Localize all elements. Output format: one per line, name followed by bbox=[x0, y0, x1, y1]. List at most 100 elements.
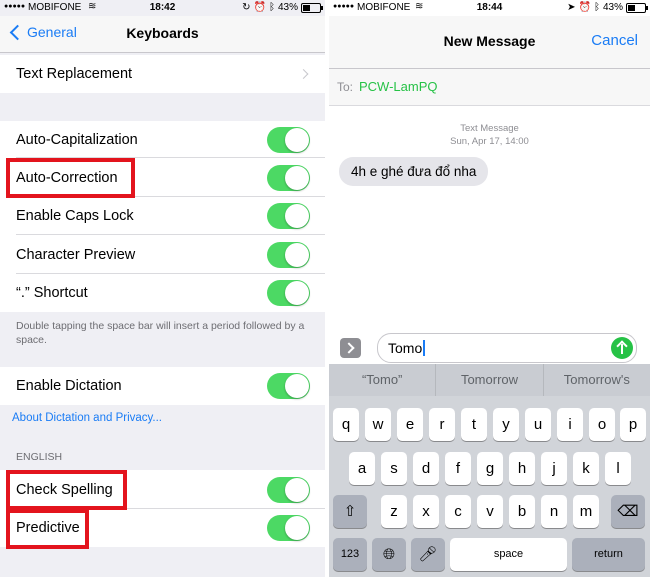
return-key[interactable]: return bbox=[572, 538, 645, 571]
key-a[interactable]: a bbox=[349, 452, 375, 485]
message-bubble: 4h e ghé đưa đổ nha bbox=[339, 157, 489, 186]
keyboard-settings-screen: ●●●●● MOBIFONE ≋ 18:42 ↻ ⏰ ᛒ 43% General… bbox=[0, 0, 325, 577]
highlight-predictive bbox=[6, 509, 89, 549]
bluetooth-icon: ᛒ bbox=[268, 2, 275, 13]
nav-bar: New Message Cancel bbox=[329, 16, 650, 69]
page-title: Keyboards bbox=[126, 25, 199, 41]
battery-percent: 43% bbox=[277, 2, 298, 13]
row-label: Text Replacement bbox=[16, 66, 133, 82]
message-kind: Text Message bbox=[460, 123, 519, 134]
key-s[interactable]: s bbox=[381, 452, 407, 485]
alarm-icon: ⏰ bbox=[253, 2, 266, 13]
key-v[interactable]: v bbox=[477, 495, 503, 528]
bluetooth-icon: ᛒ bbox=[593, 2, 600, 13]
status-right: ➤ ⏰ ᛒ 43% bbox=[567, 2, 648, 13]
dictation-toggle[interactable] bbox=[267, 373, 310, 399]
predictive-bar: “Tomo” Tomorrow Tomorrow's bbox=[329, 364, 650, 396]
row-auto-capitalization: Auto-Capitalization bbox=[0, 121, 325, 158]
chevron-right-icon bbox=[343, 342, 355, 354]
key-c[interactable]: c bbox=[445, 495, 471, 528]
expand-apps-button[interactable] bbox=[340, 338, 361, 358]
key-f[interactable]: f bbox=[445, 452, 471, 485]
toggle-knob bbox=[285, 204, 309, 228]
row-label: Enable Caps Lock bbox=[16, 208, 134, 224]
numbers-key[interactable]: 123 bbox=[333, 538, 367, 571]
key-k[interactable]: k bbox=[573, 452, 599, 485]
key-g[interactable]: g bbox=[477, 452, 503, 485]
key-m[interactable]: m bbox=[573, 495, 599, 528]
backspace-key[interactable]: ⌫ bbox=[611, 495, 645, 528]
key-j[interactable]: j bbox=[541, 452, 567, 485]
key-o[interactable]: o bbox=[589, 408, 615, 441]
row-period-shortcut: “.” Shortcut bbox=[0, 274, 325, 312]
suggestion-3[interactable]: Tomorrow's bbox=[544, 364, 650, 396]
text-caret bbox=[423, 340, 426, 356]
row-enable-dictation: Enable Dictation bbox=[0, 367, 325, 405]
status-bar: ●●●●● MOBIFONE ≋ 18:44 ➤ ⏰ ᛒ 43% bbox=[329, 0, 650, 16]
microphone-key[interactable]: 🎤︎ bbox=[411, 538, 445, 571]
character-preview-toggle[interactable] bbox=[267, 241, 310, 268]
key-r[interactable]: r bbox=[429, 408, 455, 441]
row-label: Enable Dictation bbox=[16, 378, 122, 394]
toggle-knob bbox=[285, 281, 309, 305]
toggle-knob bbox=[285, 516, 309, 540]
period-shortcut-toggle[interactable] bbox=[267, 280, 310, 306]
globe-key[interactable]: 🌐︎ bbox=[372, 538, 406, 571]
key-d[interactable]: d bbox=[413, 452, 439, 485]
auto-correction-toggle[interactable] bbox=[267, 164, 310, 191]
battery-percent: 43% bbox=[602, 2, 623, 13]
key-p[interactable]: p bbox=[620, 408, 646, 441]
key-q[interactable]: q bbox=[333, 408, 359, 441]
key-b[interactable]: b bbox=[509, 495, 535, 528]
recipient-name[interactable]: PCW-LamPQ bbox=[359, 79, 438, 94]
auto-capitalization-toggle[interactable] bbox=[267, 126, 310, 153]
dictation-privacy-link[interactable]: About Dictation and Privacy... bbox=[12, 412, 162, 424]
section-header-english: ENGLISH bbox=[16, 451, 63, 463]
space-key[interactable]: space bbox=[450, 538, 567, 571]
key-e[interactable]: e bbox=[397, 408, 423, 441]
caps-lock-toggle[interactable] bbox=[267, 203, 310, 229]
key-i[interactable]: i bbox=[557, 408, 583, 441]
shift-icon: ⇧ bbox=[343, 503, 357, 520]
message-input-text: Tomo bbox=[388, 340, 426, 356]
row-label: “.” Shortcut bbox=[16, 285, 88, 301]
microphone-icon: 🎤︎ bbox=[418, 546, 438, 563]
row-caps-lock: Enable Caps Lock bbox=[0, 197, 325, 235]
shift-key[interactable]: ⇧ bbox=[333, 495, 367, 528]
toggle-knob bbox=[285, 374, 309, 398]
key-h[interactable]: h bbox=[509, 452, 535, 485]
toggle-knob bbox=[285, 477, 309, 502]
nav-bar: General Keyboards bbox=[0, 16, 325, 53]
toggle-knob bbox=[285, 165, 309, 190]
key-t[interactable]: t bbox=[461, 408, 487, 441]
send-button[interactable] bbox=[611, 337, 633, 359]
cancel-button[interactable]: Cancel bbox=[591, 32, 638, 49]
shortcut-footnote: Double tapping the space bar will insert… bbox=[16, 320, 305, 346]
key-u[interactable]: u bbox=[525, 408, 551, 441]
chevron-right-icon bbox=[298, 69, 309, 79]
predictive-toggle[interactable] bbox=[267, 515, 310, 541]
alarm-icon: ⏰ bbox=[578, 2, 591, 13]
status-right: ↻ ⏰ ᛒ 43% bbox=[242, 2, 323, 13]
row-text-replacement[interactable]: Text Replacement bbox=[0, 55, 325, 93]
toggle-knob bbox=[285, 242, 309, 267]
keyboard: “Tomo” Tomorrow Tomorrow's q w e r t y u… bbox=[329, 364, 650, 577]
suggestion-1[interactable]: “Tomo” bbox=[329, 364, 437, 396]
recipient-field[interactable]: To: PCW-LamPQ bbox=[329, 69, 650, 106]
key-l[interactable]: l bbox=[605, 452, 631, 485]
key-z[interactable]: z bbox=[381, 495, 407, 528]
highlight-check-spelling bbox=[6, 470, 127, 510]
message-input[interactable]: Tomo bbox=[377, 333, 637, 363]
lock-rotation-icon: ↻ bbox=[242, 2, 251, 13]
status-bar: ●●●●● MOBIFONE ≋ 18:42 ↻ ⏰ ᛒ 43% bbox=[0, 0, 325, 16]
message-timestamp: Sun, Apr 17, 14:00 bbox=[450, 136, 529, 147]
key-y[interactable]: y bbox=[493, 408, 519, 441]
row-label: Auto-Capitalization bbox=[16, 131, 138, 148]
globe-icon: 🌐︎ bbox=[382, 546, 395, 563]
key-n[interactable]: n bbox=[541, 495, 567, 528]
check-spelling-toggle[interactable] bbox=[267, 476, 310, 503]
key-x[interactable]: x bbox=[413, 495, 439, 528]
suggestion-2[interactable]: Tomorrow bbox=[436, 364, 544, 396]
key-w[interactable]: w bbox=[365, 408, 391, 441]
input-value: Tomo bbox=[388, 340, 423, 356]
